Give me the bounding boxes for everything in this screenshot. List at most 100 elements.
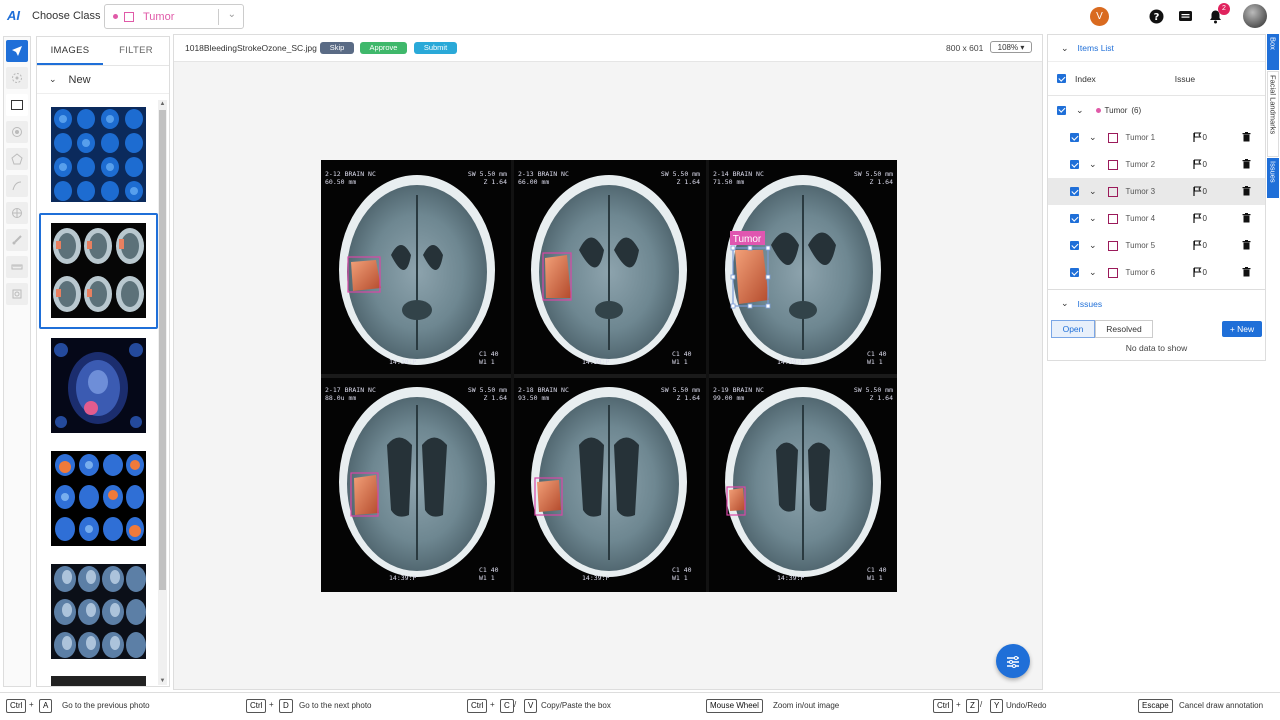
item-row[interactable]: ⌄ Tumor 3 0 <box>1048 178 1265 205</box>
chevron-down-icon[interactable]: ⌄ <box>228 9 236 20</box>
item-row[interactable]: ⌄ Tumor 6 0 <box>1048 259 1265 286</box>
side-tab-box[interactable]: Box <box>1267 34 1279 70</box>
item-row[interactable]: ⌄ Tumor 2 0 <box>1048 151 1265 178</box>
scroll-up-icon[interactable]: ▲ <box>158 101 167 107</box>
flag-icon[interactable] <box>1192 186 1202 198</box>
new-issue-button[interactable]: + New <box>1222 321 1262 337</box>
chevron-down-icon[interactable]: ⌄ <box>1089 240 1097 251</box>
item-checkbox[interactable] <box>1070 133 1079 142</box>
trash-icon[interactable] <box>1242 213 1251 225</box>
chevron-down-icon[interactable]: ⌄ <box>1089 186 1097 197</box>
image-group-header[interactable]: ⌄ New <box>37 66 169 94</box>
item-row[interactable]: ⌄ Tumor 1 0 <box>1048 124 1265 151</box>
svg-text:?: ? <box>1154 12 1160 23</box>
ct-overlay-text: C1 40 <box>672 350 692 358</box>
flag-icon[interactable] <box>1192 159 1202 171</box>
thumbnail-image-4[interactable] <box>51 451 146 546</box>
side-tab-facial-landmarks[interactable]: Facial Landmarks <box>1267 71 1279 157</box>
item-row[interactable]: ⌄ Tumor 4 0 <box>1048 205 1265 232</box>
class-select[interactable]: Tumor ⌄ <box>104 4 244 29</box>
scroll-down-icon[interactable]: ▼ <box>158 678 167 684</box>
help-icon[interactable]: ? <box>1149 9 1164 24</box>
trash-icon[interactable] <box>1242 132 1251 144</box>
brush-tool-icon[interactable] <box>6 229 28 251</box>
thumbnail-image-2[interactable] <box>51 223 146 318</box>
user-initial-avatar[interactable]: V <box>1090 7 1109 26</box>
tab-images[interactable]: IMAGES <box>37 37 103 65</box>
shortcut-description: Undo/Redo <box>1006 701 1047 710</box>
skip-button[interactable]: Skip <box>320 42 354 54</box>
approve-button[interactable]: Approve <box>360 42 407 54</box>
line-tool-icon[interactable] <box>6 175 28 197</box>
keypoint-tool-icon[interactable] <box>6 202 28 224</box>
flag-icon[interactable] <box>1192 267 1202 279</box>
flag-icon[interactable] <box>1192 240 1202 252</box>
flag-icon[interactable] <box>1192 213 1202 225</box>
app-logo: AI <box>7 8 20 23</box>
chevron-down-icon: ⌄ <box>1061 298 1069 308</box>
side-tab-facial-landmarks-label: Facial Landmarks <box>1268 75 1278 135</box>
side-tab-issues[interactable]: Issues <box>1267 158 1279 198</box>
thumbnail-image-1[interactable] <box>51 107 146 202</box>
trash-icon[interactable] <box>1242 159 1251 171</box>
items-column-header: Index Issue <box>1048 62 1265 96</box>
thumbnail-scrollbar[interactable]: ▲ ▼ <box>158 100 167 685</box>
item-label: Tumor 6 <box>1125 268 1156 277</box>
auto-point-tool-icon[interactable] <box>6 67 28 89</box>
box-class-icon <box>1107 240 1118 251</box>
chevron-down-icon[interactable]: ⌄ <box>1076 105 1084 116</box>
trash-icon[interactable] <box>1242 267 1251 279</box>
issues-header[interactable]: ⌄ Issues <box>1048 290 1265 317</box>
ct-scan-image[interactable]: Tumor 2-12 BRAIN NC 60.50 mm SW 5.50 mm Z 1… <box>321 160 897 592</box>
bounding-box-tool-icon[interactable] <box>6 94 28 116</box>
thumbnail-image-3[interactable] <box>51 338 146 433</box>
chevron-down-icon[interactable]: ⌄ <box>1089 159 1097 170</box>
ct-overlay-text: 14:39:P <box>389 574 416 582</box>
item-checkbox[interactable] <box>1070 268 1079 277</box>
box-class-icon <box>124 11 134 22</box>
tab-filter[interactable]: FILTER <box>103 37 169 65</box>
thumbnail-image-5[interactable] <box>51 564 146 659</box>
flag-icon[interactable] <box>1192 132 1202 144</box>
trash-icon[interactable] <box>1242 186 1251 198</box>
shortcut-separator: + <box>956 700 961 709</box>
ct-overlay-text: 14:39:P <box>777 574 804 582</box>
chevron-down-icon[interactable]: ⌄ <box>1089 132 1097 143</box>
chevron-down-icon[interactable]: ⌄ <box>1089 213 1097 224</box>
tab-resolved[interactable]: Resolved <box>1095 320 1153 338</box>
class-group-row[interactable]: ⌄ Tumor (6) <box>1048 96 1265 124</box>
settings-sliders-button[interactable] <box>996 644 1030 678</box>
item-checkbox[interactable] <box>1070 241 1079 250</box>
cuboid-tool-icon[interactable] <box>6 283 28 305</box>
messages-icon[interactable] <box>1178 9 1193 24</box>
circle-tool-icon[interactable] <box>6 121 28 143</box>
trash-icon[interactable] <box>1242 240 1251 252</box>
ct-overlay-text: SW 5.50 mm <box>661 386 700 394</box>
shortcut-key: Z <box>966 699 979 713</box>
submit-button[interactable]: Submit <box>414 42 457 54</box>
tab-open[interactable]: Open <box>1051 320 1095 338</box>
item-checkbox[interactable] <box>1070 160 1079 169</box>
box-class-icon <box>1107 267 1118 278</box>
select-pointer-icon[interactable] <box>6 40 28 62</box>
ruler-tool-icon[interactable] <box>6 256 28 278</box>
polygon-tool-icon[interactable] <box>6 148 28 170</box>
thumbnail-image-6[interactable] <box>51 676 146 686</box>
item-label: Tumor 3 <box>1125 187 1156 196</box>
item-row[interactable]: ⌄ Tumor 5 0 <box>1048 232 1265 259</box>
select-all-checkbox[interactable] <box>1057 74 1066 83</box>
chevron-down-icon[interactable]: ⌄ <box>1089 267 1097 278</box>
group-checkbox[interactable] <box>1057 105 1066 115</box>
zoom-select[interactable]: 108% ▾ <box>990 41 1032 53</box>
column-issue: Issue <box>1174 73 1196 84</box>
hemorrhage-region-4 <box>354 475 379 515</box>
scrollbar-thumb[interactable] <box>159 110 166 590</box>
annotation-label-text: Tumor <box>733 234 762 245</box>
items-list-header[interactable]: ⌄ Items List <box>1048 35 1265 62</box>
zoom-value: 108% <box>997 43 1019 52</box>
item-checkbox[interactable] <box>1070 214 1079 223</box>
user-photo-avatar[interactable] <box>1243 4 1267 28</box>
item-checkbox[interactable] <box>1070 187 1079 196</box>
group-name: Tumor <box>1104 105 1128 115</box>
item-flag-count: 0 <box>1202 133 1207 142</box>
